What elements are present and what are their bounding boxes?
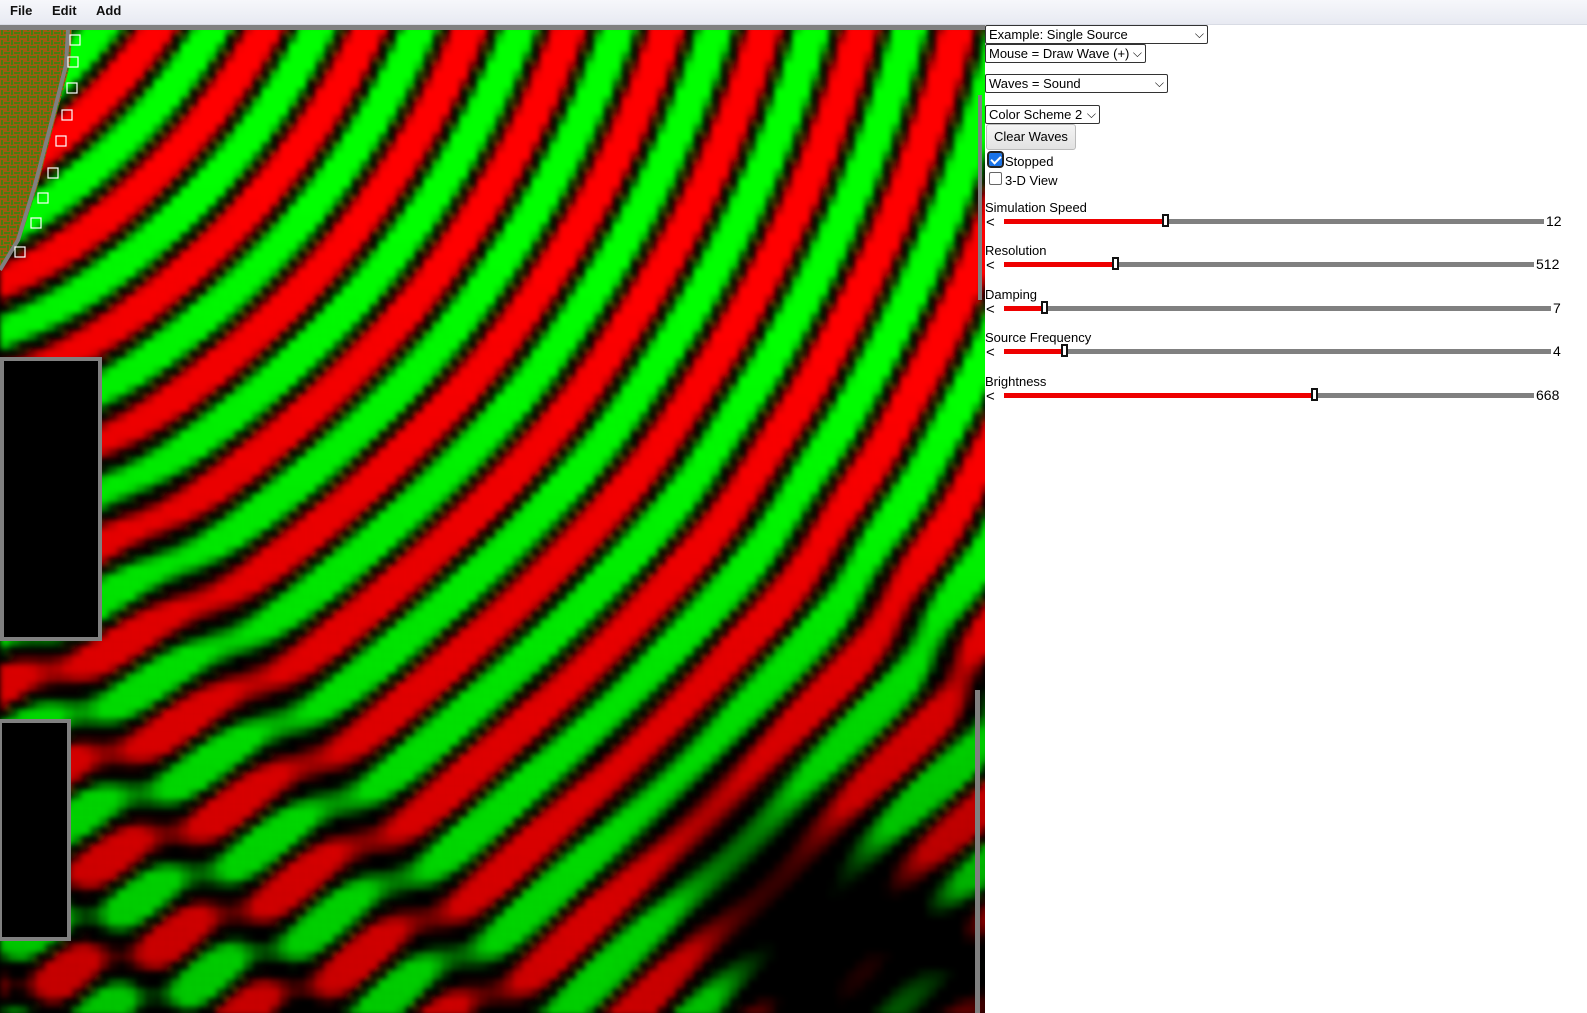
brightness-slider-thumb[interactable] — [1311, 388, 1319, 401]
source-frequency-slider-thumb[interactable] — [1060, 344, 1068, 357]
right-wall-upper — [978, 95, 982, 300]
stopped-label: Stopped — [1005, 154, 1054, 169]
stopped-checkbox[interactable] — [987, 151, 1004, 168]
obstacle-box-lower — [0, 719, 71, 941]
chevron-left-icon[interactable]: < — [986, 302, 995, 317]
example-select[interactable]: Example: Single Source ⌵ — [985, 25, 1208, 44]
top-wall — [0, 25, 985, 30]
chevron-down-icon: ⌵ — [1132, 46, 1142, 60]
brightness-slider-fill — [1004, 393, 1315, 398]
wave-type-value: Waves = Sound — [989, 76, 1081, 91]
right-wall-lower — [975, 690, 980, 1013]
chevron-down-icon: ⌵ — [1154, 76, 1164, 90]
view-3d-label: 3-D View — [1005, 173, 1058, 188]
resolution-slider[interactable] — [1004, 257, 1534, 270]
color-scheme-value: Color Scheme 2 — [989, 107, 1083, 122]
view-3d-checkbox[interactable] — [989, 172, 1002, 185]
mouse-mode-value: Mouse = Draw Wave (+) — [989, 46, 1130, 61]
source-frequency-value: 4 — [1553, 343, 1561, 359]
chevron-down-icon: ⌵ — [1086, 107, 1096, 121]
example-select-value: Example: Single Source — [989, 27, 1128, 42]
mouse-mode-select[interactable]: Mouse = Draw Wave (+) ⌵ — [985, 44, 1146, 63]
resolution-slider-fill — [1004, 262, 1116, 267]
wave-type-select[interactable]: Waves = Sound ⌵ — [985, 74, 1168, 93]
clear-waves-button[interactable]: Clear Waves — [986, 124, 1076, 150]
damping-label: Damping — [985, 287, 1038, 302]
simulation-speed-label: Simulation Speed — [985, 200, 1087, 215]
menu-file[interactable]: File — [10, 3, 32, 18]
source-frequency-label: Source Frequency — [985, 330, 1092, 345]
simulation-speed-slider[interactable] — [1004, 214, 1544, 227]
chevron-left-icon[interactable]: < — [986, 215, 995, 230]
resolution-value: 512 — [1536, 256, 1560, 272]
simulation-speed-slider-thumb[interactable] — [1161, 214, 1169, 227]
brightness-value: 668 — [1536, 387, 1560, 403]
damping-value: 7 — [1553, 300, 1561, 316]
damping-slider-thumb[interactable] — [1040, 301, 1048, 314]
menu-edit[interactable]: Edit — [52, 3, 77, 18]
chevron-down-icon: ⌵ — [1194, 27, 1204, 41]
menu-add[interactable]: Add — [96, 3, 121, 18]
color-scheme-select[interactable]: Color Scheme 2 ⌵ — [985, 105, 1100, 124]
menu-bar: File Edit Add — [0, 0, 1587, 25]
damping-slider[interactable] — [1004, 301, 1551, 314]
chevron-left-icon[interactable]: < — [986, 258, 995, 273]
brightness-label: Brightness — [985, 374, 1047, 389]
control-panel: Example: Single Source ⌵ Mouse = Draw Wa… — [985, 25, 1587, 1013]
chevron-left-icon[interactable]: < — [986, 345, 995, 360]
simulation-speed-value: 12 — [1546, 213, 1562, 229]
obstacle-box-upper — [0, 357, 102, 641]
source-frequency-slider-fill — [1004, 349, 1064, 354]
simulation-speed-slider-fill — [1004, 219, 1165, 224]
resolution-slider-thumb[interactable] — [1112, 257, 1120, 270]
source-frequency-slider[interactable] — [1004, 344, 1551, 357]
wave-simulation-canvas[interactable] — [0, 25, 985, 1013]
brightness-slider[interactable] — [1004, 388, 1534, 401]
chevron-left-icon[interactable]: < — [986, 389, 995, 404]
damping-slider-fill — [1004, 306, 1044, 311]
wave-field[interactable] — [0, 25, 985, 1013]
resolution-label: Resolution — [985, 243, 1047, 258]
